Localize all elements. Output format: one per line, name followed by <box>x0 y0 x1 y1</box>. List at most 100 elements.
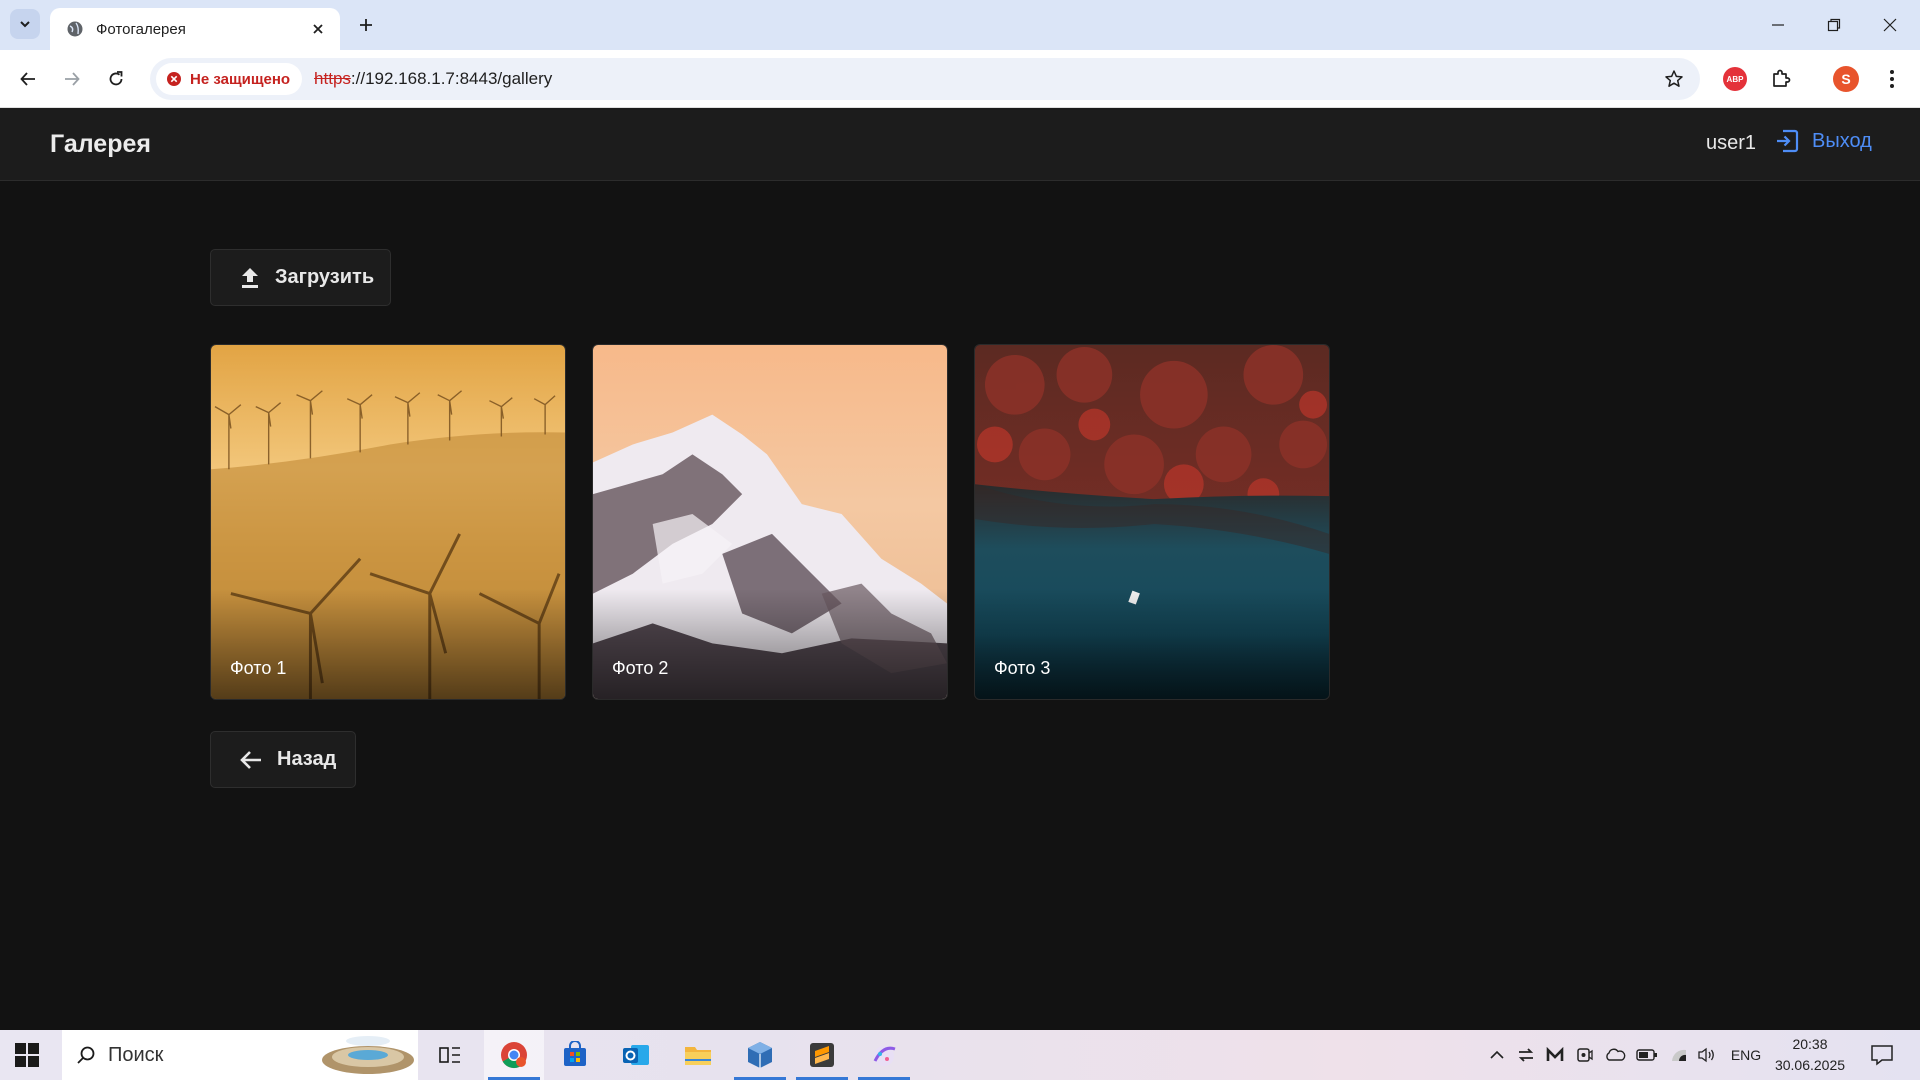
taskbar-chrome[interactable] <box>484 1030 544 1080</box>
transfer-icon <box>1518 1048 1534 1062</box>
search-highlight-icon <box>322 1036 414 1074</box>
security-label: Не защищено <box>190 70 291 88</box>
windows-start-icon[interactable] <box>14 1042 40 1068</box>
upload-icon <box>242 267 258 288</box>
browser-menu-button[interactable] <box>1876 63 1908 95</box>
tab-close-button[interactable] <box>308 19 328 39</box>
chevron-up-icon <box>1490 1050 1504 1059</box>
virtualbox-icon <box>748 1042 772 1068</box>
username-label: user1 <box>1706 132 1757 154</box>
search-icon <box>77 1046 95 1064</box>
url-text: https://192.168.1.7:8443/gallery <box>314 69 552 89</box>
url-path: ://192.168.1.7:8443/gallery <box>350 69 553 88</box>
wifi-icon <box>1672 1049 1686 1061</box>
photo-caption: Фото 3 <box>994 658 1051 678</box>
photo-card[interactable]: Фото 1 <box>210 344 566 700</box>
address-bar[interactable]: Не защищено https://192.168.1.7:8443/gal… <box>150 58 1700 100</box>
taskbar-sublime[interactable] <box>792 1030 852 1080</box>
url-scheme: https <box>314 69 351 88</box>
close-window-button[interactable] <box>1862 0 1918 50</box>
language-indicator: ENG <box>1730 1047 1762 1063</box>
taskbar: Поиск ENG 20:38 30.06.2025 <box>0 1030 1920 1080</box>
page-title: Галерея <box>50 130 151 158</box>
paint-icon <box>873 1046 896 1066</box>
adblock-icon: ABP <box>1723 67 1747 91</box>
caption-overlay <box>975 589 1329 699</box>
tray-overflow-button[interactable] <box>1486 1030 1508 1080</box>
folder-icon <box>685 1047 711 1065</box>
tray-network-switch[interactable] <box>1515 1030 1537 1080</box>
plus-icon <box>360 19 372 31</box>
photo-card[interactable]: Фото 2 <box>592 344 948 700</box>
kebab-menu-icon <box>1890 70 1894 88</box>
tab-title: Фотогалерея <box>96 20 186 38</box>
task-view-icon <box>439 1047 460 1063</box>
tray-volume[interactable] <box>1695 1030 1719 1080</box>
chrome-icon <box>501 1042 527 1069</box>
browser-toolbar: Не защищено https://192.168.1.7:8443/gal… <box>0 50 1920 108</box>
star-icon <box>1665 70 1683 87</box>
logout-button[interactable]: Выход <box>1774 128 1872 154</box>
profile-avatar: S <box>1833 66 1859 92</box>
speaker-icon <box>1698 1047 1714 1063</box>
battery-icon <box>1636 1049 1657 1061</box>
upload-button[interactable]: Загрузить <box>210 249 391 306</box>
taskbar-paint[interactable] <box>854 1030 914 1080</box>
app-header: Галерея user1 Выход <box>0 108 1920 181</box>
taskbar-file-explorer[interactable] <box>668 1030 728 1080</box>
new-tab-button[interactable] <box>352 11 380 39</box>
profile-button[interactable]: S <box>1830 63 1862 95</box>
adblock-extension-button[interactable]: ABP <box>1719 63 1751 95</box>
sublime-icon <box>810 1043 834 1067</box>
tray-onedrive[interactable] <box>1603 1030 1627 1080</box>
video-icon <box>1577 1048 1593 1062</box>
photo-card[interactable]: Фото 3 <box>974 344 1330 700</box>
forward-nav-button[interactable] <box>56 63 88 95</box>
task-view-button[interactable] <box>420 1030 480 1080</box>
puzzle-icon <box>1773 69 1791 87</box>
taskbar-outlook[interactable] <box>606 1030 666 1080</box>
logout-label: Выход <box>1812 129 1872 152</box>
arrow-right-icon <box>65 72 80 86</box>
m-logo-icon <box>1546 1047 1564 1061</box>
photo-caption: Фото 2 <box>612 658 669 678</box>
taskbar-store[interactable] <box>545 1030 605 1080</box>
taskbar-search-label: Поиск <box>108 1043 164 1066</box>
arrow-left-icon <box>20 72 35 86</box>
cloud-icon <box>1606 1048 1626 1061</box>
clock-date: 30.06.2025 <box>1774 1057 1846 1073</box>
store-icon <box>564 1041 586 1066</box>
notification-icon <box>1871 1045 1893 1066</box>
close-icon <box>1883 18 1897 32</box>
taskbar-virtualbox[interactable] <box>730 1030 790 1080</box>
photo-caption: Фото 1 <box>230 658 287 678</box>
notification-center-button[interactable] <box>1864 1030 1900 1080</box>
tab-search-button[interactable] <box>10 9 40 39</box>
taskbar-clock[interactable]: 20:38 30.06.2025 <box>1770 1034 1850 1076</box>
reload-icon <box>109 71 123 86</box>
browser-tabstrip: Фотогалерея <box>0 0 1920 50</box>
minimize-button[interactable] <box>1750 0 1806 50</box>
back-label: Назад <box>277 748 337 770</box>
close-icon <box>313 24 323 34</box>
upload-label: Загрузить <box>275 266 375 288</box>
tray-battery[interactable] <box>1635 1030 1659 1080</box>
logout-icon <box>1777 129 1799 153</box>
security-chip[interactable]: Не защищено <box>156 63 303 95</box>
reload-button[interactable] <box>100 63 132 95</box>
caption-overlay <box>211 589 565 699</box>
back-nav-button[interactable] <box>12 63 44 95</box>
tray-app-m[interactable] <box>1544 1030 1566 1080</box>
taskbar-search[interactable]: Поиск <box>62 1030 418 1080</box>
tray-meet[interactable] <box>1574 1030 1596 1080</box>
tray-language[interactable]: ENG <box>1725 1030 1767 1080</box>
extensions-button[interactable] <box>1765 63 1797 95</box>
caption-overlay <box>593 589 947 699</box>
globe-icon <box>67 21 83 37</box>
arrow-left-icon <box>240 750 261 769</box>
back-button[interactable]: Назад <box>210 731 356 788</box>
browser-tab[interactable]: Фотогалерея <box>50 8 340 50</box>
tray-wifi[interactable] <box>1667 1030 1691 1080</box>
bookmark-button[interactable] <box>1662 67 1686 91</box>
restore-button[interactable] <box>1806 0 1862 50</box>
